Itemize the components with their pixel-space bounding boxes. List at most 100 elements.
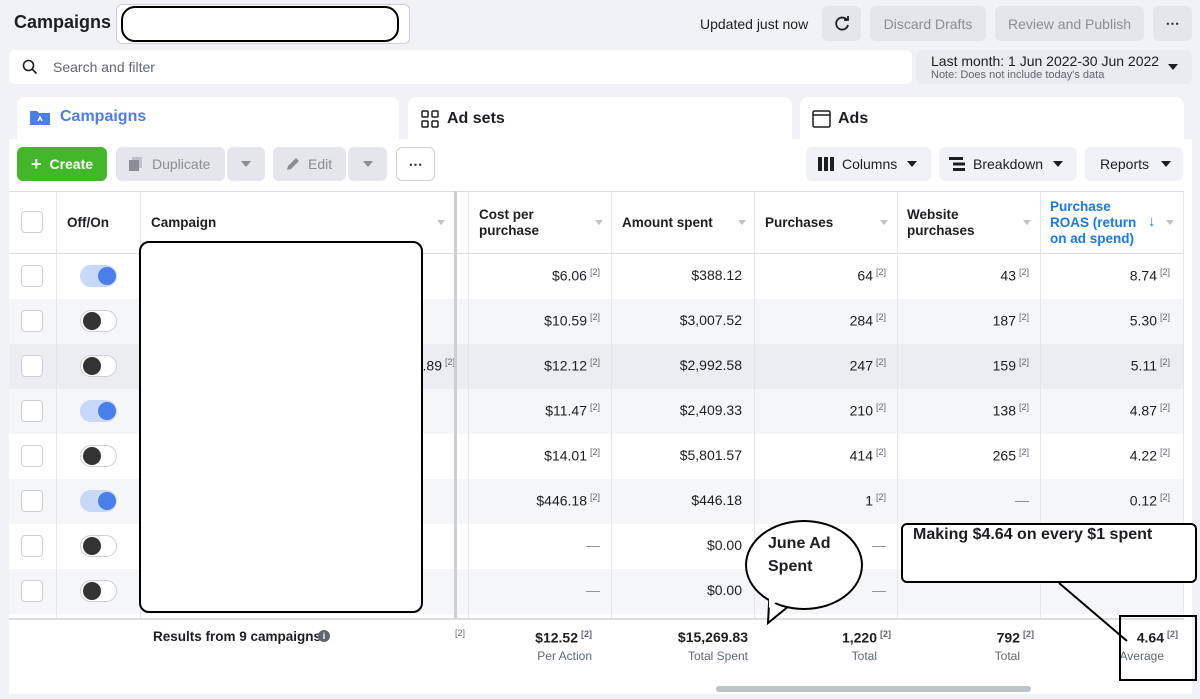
cell-amount-spent: $446.18 — [691, 492, 742, 508]
column-onoff: Off/On — [67, 215, 109, 230]
average-highlight — [1119, 615, 1197, 681]
breakdown-button[interactable]: Breakdown — [939, 147, 1077, 181]
more-options-button[interactable]: ⋯ — [1153, 6, 1192, 41]
column-cost-per-purchase[interactable]: Cost per purchase — [479, 207, 589, 239]
cell-cost-per-purchase: $14.01 [2] — [544, 447, 600, 464]
campaign-toggle[interactable] — [80, 445, 117, 467]
cell-amount-spent: $3,007.52 — [679, 312, 742, 328]
pencil-icon — [287, 157, 299, 170]
footer-amount-value: $15,269.83 — [677, 629, 748, 645]
campaign-toggle[interactable] — [80, 265, 117, 287]
review-publish-button[interactable]: Review and Publish — [995, 6, 1144, 41]
columns-button[interactable]: Columns — [806, 147, 931, 181]
row-checkbox[interactable] — [21, 265, 43, 287]
search-input[interactable]: Search and filter — [53, 59, 155, 75]
cell-purchase-roas: 5.30 [2] — [1129, 312, 1170, 329]
campaign-toggle[interactable] — [80, 490, 117, 512]
chevron-down-icon — [1023, 220, 1031, 225]
updated-status: Updated just now — [700, 16, 809, 32]
cell-cost-per-purchase: $10.59 [2] — [544, 312, 600, 329]
row-checkbox[interactable] — [21, 490, 43, 512]
chevron-down-icon — [1166, 220, 1174, 225]
row-checkbox[interactable] — [21, 355, 43, 377]
toggle-knob — [98, 267, 116, 285]
tab-ads-label: Ads — [838, 110, 869, 127]
campaign-toggle[interactable] — [80, 400, 117, 422]
footer-amount-label: Total Spent — [687, 649, 748, 663]
cell-website-purchases: 43 [2] — [1000, 267, 1029, 284]
refresh-button[interactable] — [822, 6, 861, 41]
cell-purchase-roas: 0.12 [2] — [1129, 492, 1170, 509]
footer-purchases-value: 1,220 [2] — [841, 629, 891, 646]
row-checkbox[interactable] — [21, 580, 43, 602]
chevron-down-icon — [437, 220, 445, 225]
date-range-note: Note: Does not include today's data — [931, 69, 1105, 81]
footer-cost-label: Per Action — [537, 649, 592, 663]
toggle-knob — [83, 537, 101, 555]
edit-button[interactable]: Edit — [273, 147, 346, 181]
cell-website-purchases: 159 [2] — [992, 357, 1029, 374]
date-range-label: Last month: 1 Jun 2022-30 Jun 2022 — [931, 53, 1160, 69]
campaign-toggle[interactable] — [80, 580, 117, 602]
column-amount-spent[interactable]: Amount spent — [622, 215, 713, 231]
search-icon — [22, 59, 38, 75]
duplicate-button[interactable]: Duplicate — [116, 147, 225, 181]
chevron-down-icon — [738, 220, 746, 225]
duplicate-dropdown[interactable] — [227, 147, 265, 181]
create-button[interactable]: + Create — [17, 147, 107, 181]
row-checkbox[interactable] — [21, 445, 43, 467]
plus-icon: + — [30, 153, 42, 174]
toggle-knob — [98, 402, 116, 420]
reports-button[interactable]: Reports — [1085, 147, 1183, 181]
cell-website-purchases: 187 [2] — [992, 312, 1029, 329]
footnote-mark: [2] — [455, 628, 466, 638]
cell-purchase-roas: 5.11 [2] — [1130, 357, 1170, 374]
chevron-down-icon — [880, 220, 888, 225]
column-campaign[interactable]: Campaign — [151, 215, 216, 231]
column-website-purchases[interactable]: Website purchases — [907, 207, 997, 239]
chevron-down-icon — [241, 161, 251, 167]
info-icon[interactable]: i — [318, 630, 330, 642]
cell-purchases: 64 [2] — [857, 267, 886, 284]
chevron-down-icon — [362, 161, 373, 167]
folder-icon — [30, 111, 50, 125]
duplicate-label: Duplicate — [152, 156, 211, 172]
cell-cost-per-purchase: — — [586, 582, 600, 598]
toggle-knob — [83, 582, 101, 600]
row-checkbox[interactable] — [21, 310, 43, 332]
cell-purchase-roas: 8.74 [2] — [1129, 267, 1170, 284]
breakdown-label: Breakdown — [973, 156, 1044, 172]
toggle-knob — [98, 492, 116, 510]
tab-ad-sets-label: Ad sets — [447, 110, 505, 127]
footer-purchases-label: Total — [851, 649, 877, 663]
cell-amount-spent: $2,409.33 — [679, 402, 742, 418]
column-purchase-roas[interactable]: Purchase ROAS (return on ad spend) — [1050, 199, 1145, 247]
ad-icon — [812, 110, 831, 128]
cell-cost-per-purchase: $446.18 [2] — [536, 492, 600, 509]
refresh-icon — [834, 15, 849, 30]
row-checkbox[interactable] — [21, 400, 43, 422]
cell-amount-spent: $0.00 — [706, 537, 742, 553]
chevron-down-icon — [1053, 161, 1064, 167]
edit-dropdown[interactable] — [348, 147, 387, 181]
duplicate-icon — [129, 157, 142, 171]
cell-website-purchases: 138 [2] — [992, 402, 1029, 419]
chevron-down-icon — [595, 220, 603, 225]
cell-purchases: 210 [2] — [849, 402, 886, 419]
toolbar-more-button[interactable]: ⋯ — [396, 147, 435, 181]
column-purchases[interactable]: Purchases — [765, 215, 833, 231]
cell-partial: .89 [2] — [422, 357, 455, 374]
horizontal-scrollbar[interactable] — [716, 686, 1031, 692]
speech-bubble-tail-cover — [769, 586, 789, 608]
row-checkbox[interactable] — [21, 535, 43, 557]
select-all-checkbox[interactable] — [21, 211, 43, 233]
footer-website-value: 792 [2] — [996, 629, 1034, 646]
campaign-toggle[interactable] — [80, 310, 117, 332]
toggle-knob — [83, 357, 101, 375]
cell-cost-per-purchase: $11.47 [2] — [545, 402, 600, 419]
campaign-toggle[interactable] — [80, 355, 117, 377]
campaign-toggle[interactable] — [80, 535, 117, 557]
cell-cost-per-purchase: $6.06 [2] — [551, 267, 600, 284]
columns-label: Columns — [842, 156, 898, 172]
discard-drafts-button[interactable]: Discard Drafts — [870, 6, 986, 41]
